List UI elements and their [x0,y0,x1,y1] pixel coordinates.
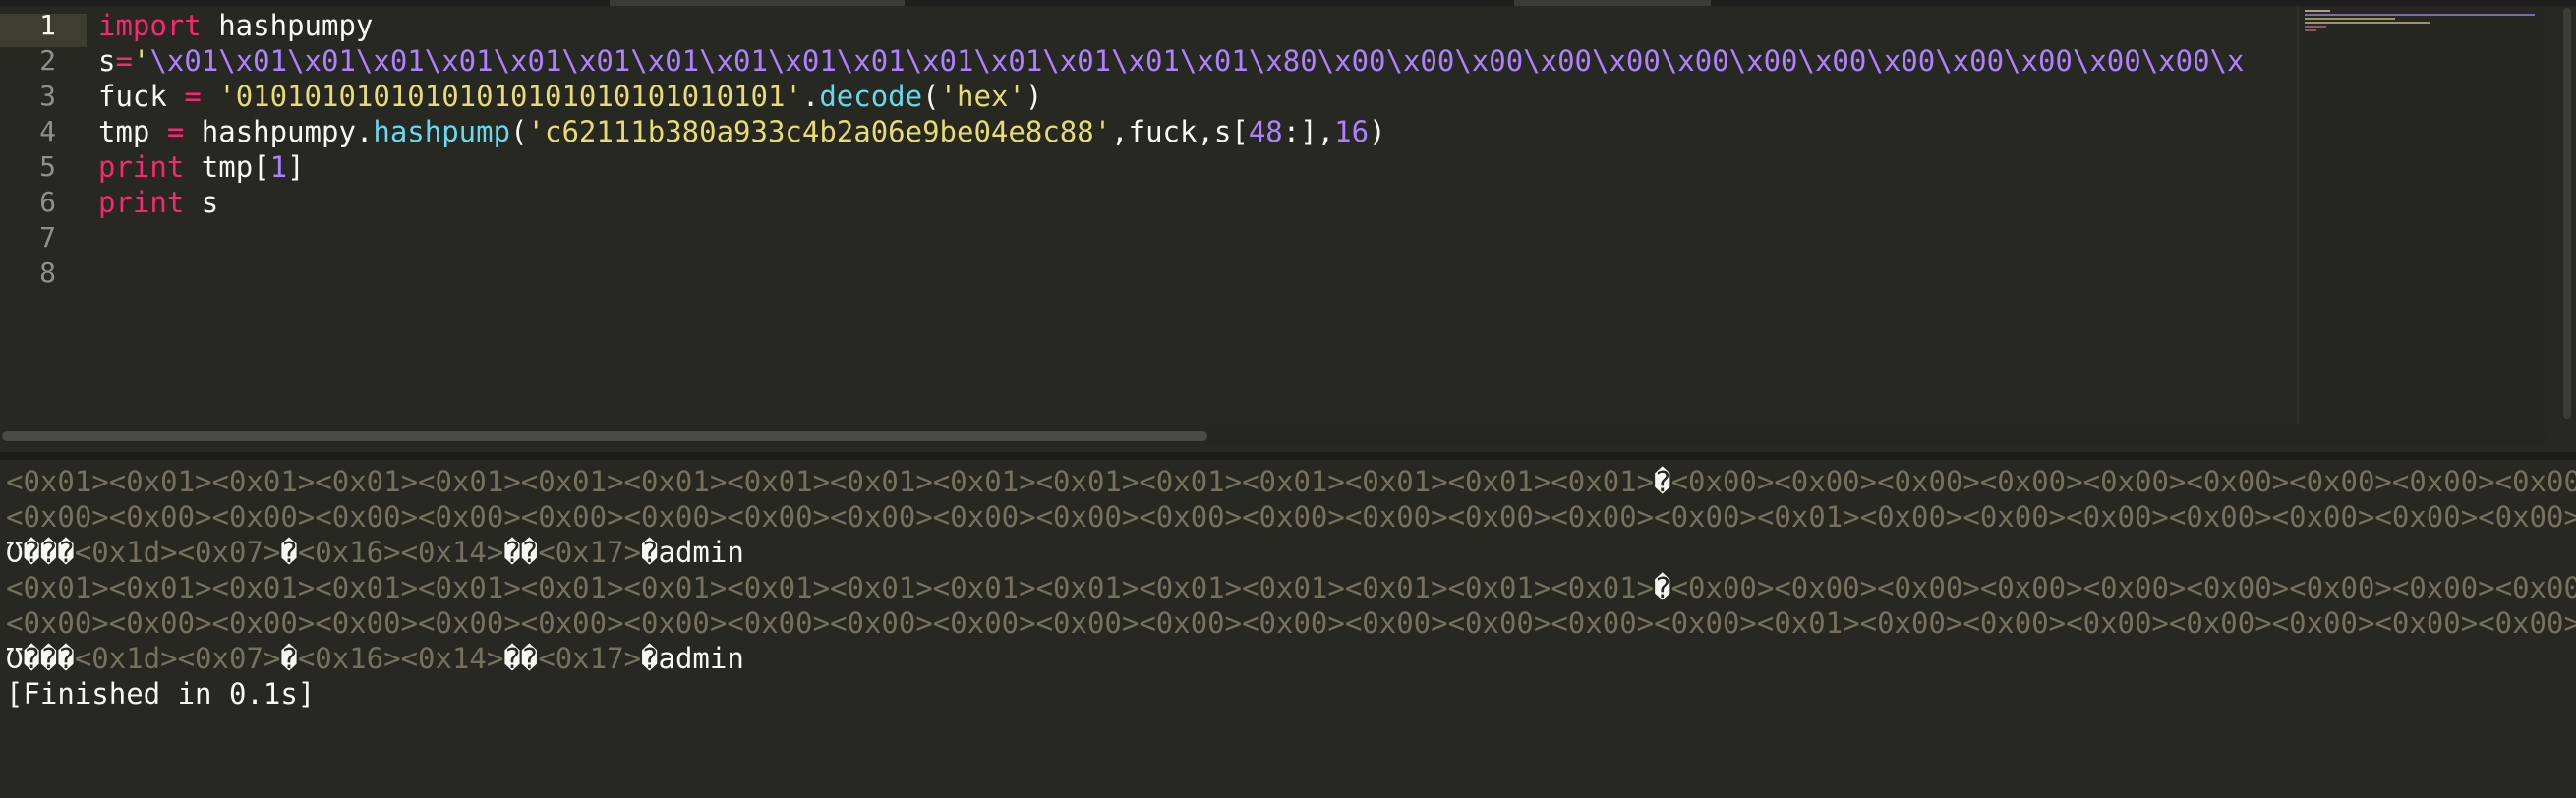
build-output-panel[interactable]: <0x01><0x01><0x01><0x01><0x01><0x01><0x0… [0,460,2576,798]
function-name: decode [819,80,923,113]
operator: = [115,44,133,78]
code-text: ( [922,80,940,113]
operator: = [166,115,185,148]
output-line: <0x01><0x01><0x01><0x01><0x01><0x01><0x0… [6,464,2576,499]
string-literal: '01010101010101010101010101010101' [218,80,802,113]
replacement-char: � [641,642,659,675]
output-text: admin [658,642,744,675]
minimap-line [2305,14,2535,16]
horizontal-scrollbar[interactable] [0,427,2547,444]
operator: = [184,80,202,113]
code-line-5[interactable]: print tmp[1] [98,149,305,185]
output-text: <0x17> [538,642,642,675]
output-text: <0x16><0x14> [297,536,504,569]
replacement-char: �� [503,536,539,569]
code-text: s [98,44,116,78]
escape-sequences: \x01\x01\x01\x01\x01\x01\x01\x01\x01\x01… [149,44,2245,78]
minimap[interactable] [2297,6,2543,423]
code-area[interactable]: import hashpumpy s='\x01\x01\x01\x01\x01… [98,6,2297,419]
output-text: admin [658,536,744,569]
code-line-3[interactable]: fuck = '01010101010101010101010101010101… [98,79,1042,114]
line-number-gutter: 1 2 3 4 5 6 7 8 [0,6,87,427]
build-finished-status: [Finished in 0.1s] [6,677,316,711]
code-text: ) [1025,80,1043,113]
line-number: 4 [39,115,56,147]
output-text: <0x17> [538,536,642,569]
line-number: 5 [39,150,56,183]
output-text: <0x16><0x14> [297,642,504,675]
string-quote: ' [132,44,150,78]
number-literal: 16 [1334,115,1370,148]
output-text: <0x1d><0x07> [74,536,281,569]
line-number: 2 [39,44,56,77]
function-name: hashpump [373,115,511,148]
vertical-scrollbar[interactable] [2560,6,2574,423]
line-number: 8 [39,256,56,289]
output-text: <0x00><0x00><0x00><0x00><0x00><0x00><0x0… [6,606,2576,640]
replacement-char: � [641,536,659,569]
replacement-char: �� [503,642,539,675]
code-text: hashpumpy [201,9,374,42]
minimap-line [2305,29,2316,31]
output-text: Ʊ��� [6,642,75,675]
code-text: ) [1369,115,1386,148]
keyword: print [98,186,185,219]
code-text: fuck [98,80,185,113]
output-text: <0x00><0x00><0x00><0x00><0x00><0x00><0x0… [1670,571,2576,604]
output-line: Ʊ���<0x1d><0x07>�<0x16><0x14>��<0x17>�ad… [6,535,744,570]
code-text: hashpumpy. [184,115,374,148]
replacement-char: � [1654,571,1671,604]
output-text: Ʊ��� [6,536,75,569]
code-line-6[interactable]: print s [98,185,218,220]
code-text: tmp[ [184,150,270,184]
panel-divider[interactable] [0,452,2576,460]
replacement-char: � [280,536,298,569]
output-text: <0x01><0x01><0x01><0x01><0x01><0x01><0x0… [6,571,1655,604]
minimap-line [2305,22,2430,24]
output-line: <0x00><0x00><0x00><0x00><0x00><0x00><0x0… [6,499,2576,535]
string-literal: 'c62111b380a933c4b2a06e9be04e8c88' [527,115,1112,148]
scroll-thumb[interactable] [2563,8,2571,419]
number-literal: 1 [269,150,288,184]
output-line: <0x00><0x00><0x00><0x00><0x00><0x00><0x0… [6,605,2576,641]
code-text: ] [287,150,305,184]
minimap-line [2305,26,2326,28]
scroll-thumb[interactable] [2,431,1207,441]
line-number: 7 [39,221,56,254]
output-text: <0x00><0x00><0x00><0x00><0x00><0x00><0x0… [1670,465,2576,498]
code-editor[interactable]: 1 2 3 4 5 6 7 8 import hashpumpy s='\x01… [0,0,2576,444]
code-text: . [801,80,820,113]
code-text: :], [1282,115,1335,148]
output-text: <0x1d><0x07> [74,642,281,675]
code-text: tmp [98,115,167,148]
code-line-4[interactable]: tmp = hashpumpy.hashpump('c62111b380a933… [98,114,1386,149]
line-number: 6 [39,186,56,218]
code-text: ,fuck,s[ [1111,115,1249,148]
line-number: 1 [39,9,56,41]
number-literal: 48 [1248,115,1283,148]
code-line-1[interactable]: import hashpumpy [98,8,373,43]
minimap-line [2305,18,2395,20]
code-text: ( [510,115,528,148]
keyword: print [98,150,185,184]
line-number: 3 [39,80,56,112]
output-text: <0x01><0x01><0x01><0x01><0x01><0x01><0x0… [6,465,1655,498]
replacement-char: � [1654,465,1671,498]
keyword: import [98,9,202,42]
code-line-2[interactable]: s='\x01\x01\x01\x01\x01\x01\x01\x01\x01\… [98,43,2244,79]
minimap-line [2305,10,2330,12]
output-line: Ʊ���<0x1d><0x07>�<0x16><0x14>��<0x17>�ad… [6,641,744,676]
code-text: s [184,186,219,219]
string-literal: 'hex' [939,80,1025,113]
replacement-char: � [280,642,298,675]
output-line: <0x01><0x01><0x01><0x01><0x01><0x01><0x0… [6,570,2576,605]
output-text: <0x00><0x00><0x00><0x00><0x00><0x00><0x0… [6,500,2576,534]
